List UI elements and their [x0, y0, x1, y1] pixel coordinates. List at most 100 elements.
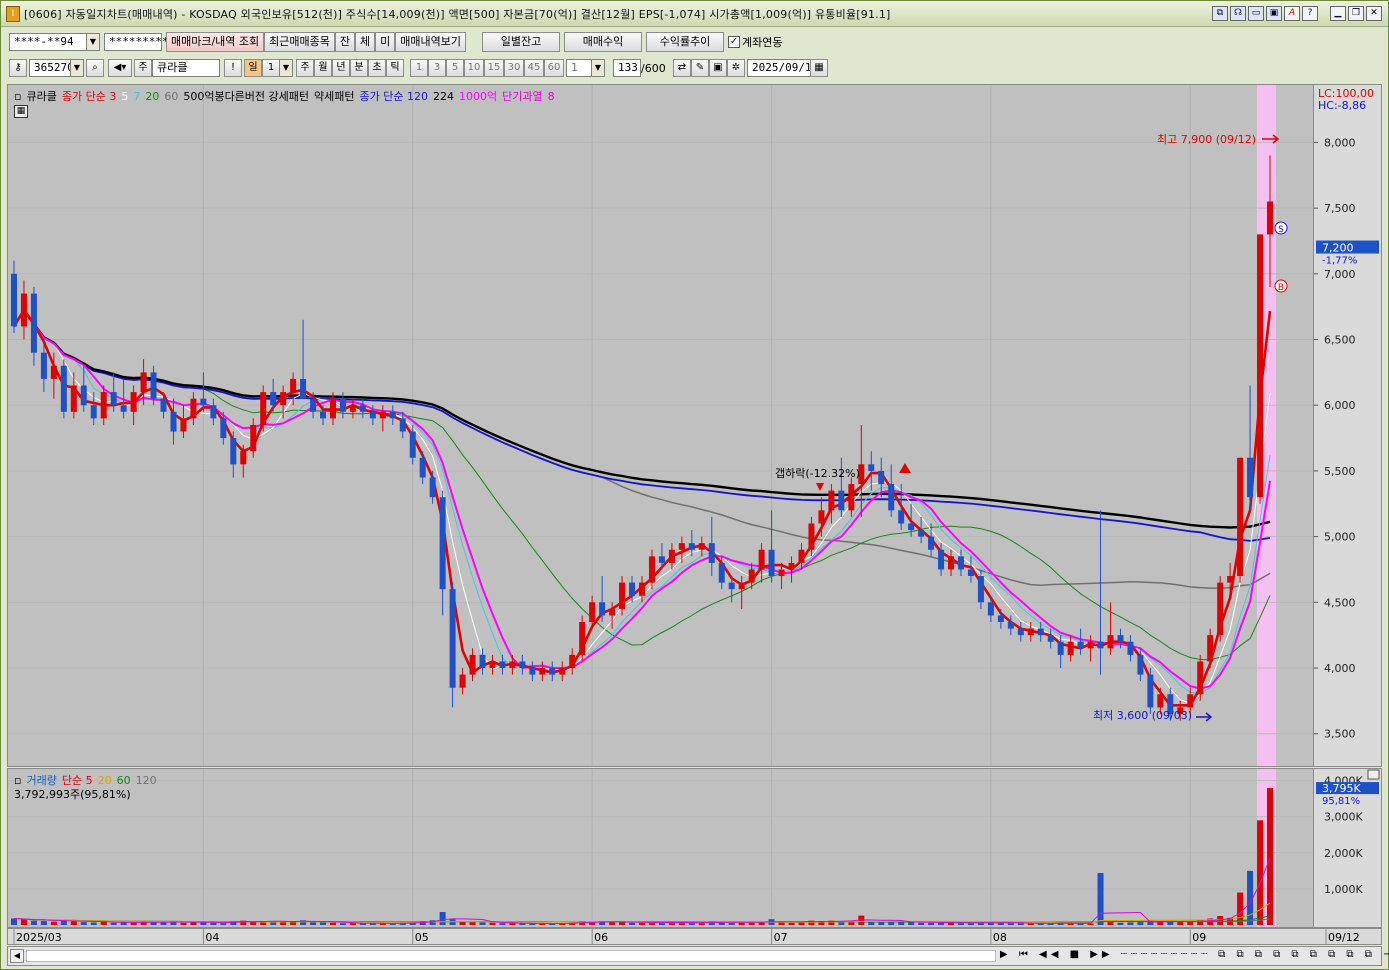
candle-body[interactable]	[479, 654, 486, 669]
volume-bar[interactable]	[320, 922, 327, 925]
volume-bar[interactable]	[40, 921, 47, 925]
title-bar[interactable]: I [0606] 자동일지차트(매매내역) - KOSDAQ 외국인보유[512…	[1, 1, 1388, 27]
volume-bar[interactable]	[459, 921, 466, 925]
candle-body[interactable]	[509, 661, 516, 669]
candle-body[interactable]	[210, 405, 217, 419]
candle-body[interactable]	[1217, 582, 1224, 636]
candle-body[interactable]	[1227, 576, 1234, 583]
settings-icon[interactable]: ✲	[727, 59, 745, 77]
candle-body[interactable]	[668, 549, 675, 563]
scroll-left-icon[interactable]: ◀	[10, 949, 24, 963]
candle-body[interactable]	[389, 411, 396, 419]
volume-bar[interactable]	[80, 922, 87, 925]
candle-body[interactable]	[848, 484, 855, 511]
volume-bar[interactable]	[788, 922, 795, 925]
volume-bar[interactable]	[1097, 873, 1104, 925]
candle-body[interactable]	[419, 457, 426, 478]
candle-body[interactable]	[908, 523, 915, 531]
candle-body[interactable]	[449, 589, 456, 688]
volume-bar[interactable]	[738, 922, 745, 925]
unfilled-tab[interactable]: 미	[375, 32, 396, 52]
period-multiplier[interactable]: 1	[262, 59, 280, 77]
volume-bar[interactable]	[1187, 921, 1194, 925]
stock-type-icon[interactable]: 주	[134, 59, 152, 77]
candle-body[interactable]	[569, 654, 576, 669]
interval-30-button[interactable]: 30	[504, 59, 524, 77]
stock-code-input[interactable]: 365270	[29, 59, 74, 77]
candle-body[interactable]	[409, 431, 416, 458]
volume-bar[interactable]	[629, 922, 636, 925]
volume-bar[interactable]	[878, 922, 885, 925]
volume-bar[interactable]	[928, 922, 935, 925]
volume-bar[interactable]	[1027, 923, 1034, 925]
candle-body[interactable]	[499, 661, 506, 669]
volume-bar[interactable]	[1217, 915, 1224, 925]
volume-bar[interactable]	[110, 922, 117, 925]
date-input[interactable]: 2025/09/12	[747, 59, 818, 77]
candle-body[interactable]	[310, 398, 317, 412]
candle-body[interactable]	[429, 477, 436, 498]
account-dropdown-icon[interactable]: ▼	[86, 33, 100, 51]
candle-body[interactable]	[788, 562, 795, 570]
candle-body[interactable]	[399, 418, 406, 432]
volume-bar[interactable]	[130, 922, 137, 925]
candle-body[interactable]	[519, 661, 526, 669]
candle-body[interactable]	[997, 615, 1004, 623]
candle-body[interactable]	[1257, 234, 1264, 498]
lock-icon[interactable]: ⚷	[9, 59, 27, 77]
font-icon[interactable]: A	[1284, 6, 1300, 21]
candle-body[interactable]	[1137, 654, 1144, 675]
volume-bar[interactable]	[1107, 922, 1114, 925]
candle-body[interactable]	[1197, 661, 1204, 695]
password-input[interactable]: *********	[104, 33, 169, 51]
candle-body[interactable]	[828, 490, 835, 511]
chart-scrollbar[interactable]: ◀ ▶ ⏮ ◀◀ ■ ▶▶ ┈┈┈┈┈┈┈┈┈ ⧉ ⧉ ⧉ ⧉ ⧉ ⧉ ⧉ ⧉ …	[7, 946, 1389, 966]
candle-body[interactable]	[639, 582, 645, 596]
price-chart[interactable]: 최고 7,900 (09/12) 최저 3,600 (09/03) 갭하락(-12.…	[8, 85, 1313, 766]
account-link-checkbox[interactable]: ✓	[728, 36, 741, 48]
candle-body[interactable]	[90, 405, 97, 419]
candle-body[interactable]	[678, 543, 685, 550]
recent-trades-button[interactable]: 최근매매종목	[264, 32, 335, 52]
candle-body[interactable]	[977, 576, 984, 603]
candle-body[interactable]	[489, 661, 496, 669]
count-dropdown-icon[interactable]: ▼	[591, 59, 605, 77]
daily-balance-button[interactable]: 일별잔고	[482, 32, 561, 52]
interval-count-input[interactable]: 1	[566, 59, 592, 77]
candle-body[interactable]	[987, 602, 994, 616]
candle-body[interactable]	[290, 378, 297, 393]
candle-body[interactable]	[918, 530, 925, 537]
candle-body[interactable]	[240, 451, 247, 465]
candle-body[interactable]	[948, 556, 955, 570]
candle-body[interactable]	[718, 562, 725, 583]
volume-bar[interactable]	[90, 922, 97, 925]
alarm-icon[interactable]: ☊	[1230, 6, 1246, 21]
candle-body[interactable]	[150, 372, 157, 399]
candle-body[interactable]	[778, 569, 785, 577]
candle-body[interactable]	[967, 569, 974, 577]
candle-body[interactable]	[1237, 457, 1244, 577]
candle-body[interactable]	[1267, 201, 1273, 235]
candle-body[interactable]	[758, 549, 765, 570]
interval-5-button[interactable]: 5	[446, 59, 464, 77]
candle-body[interactable]	[1067, 641, 1074, 655]
volume-chart-panel[interactable]: ▫ 거래량 단순 5 20 60 120 3,792,993주(95,81%)	[7, 768, 1314, 928]
volume-bar[interactable]	[1137, 922, 1144, 925]
volume-bar[interactable]	[439, 912, 446, 925]
candle-body[interactable]	[708, 543, 715, 563]
candle-body[interactable]	[589, 602, 596, 623]
candle-body[interactable]	[329, 398, 336, 419]
interval-60-button[interactable]: 60	[544, 59, 564, 77]
volume-bar[interactable]	[160, 922, 167, 925]
return-trend-button[interactable]: 수익률추이	[646, 32, 725, 52]
candle-body[interactable]	[180, 418, 187, 432]
volume-bar[interactable]	[190, 922, 197, 925]
candle-body[interactable]	[698, 543, 705, 550]
candle-body[interactable]	[190, 398, 197, 419]
period-month-button[interactable]: 월	[314, 59, 332, 77]
candle-body[interactable]	[658, 556, 665, 563]
candle-body[interactable]	[339, 398, 346, 412]
candle-body[interactable]	[1147, 674, 1154, 708]
candle-body[interactable]	[120, 405, 127, 412]
period-day-button[interactable]: 일	[244, 59, 262, 77]
